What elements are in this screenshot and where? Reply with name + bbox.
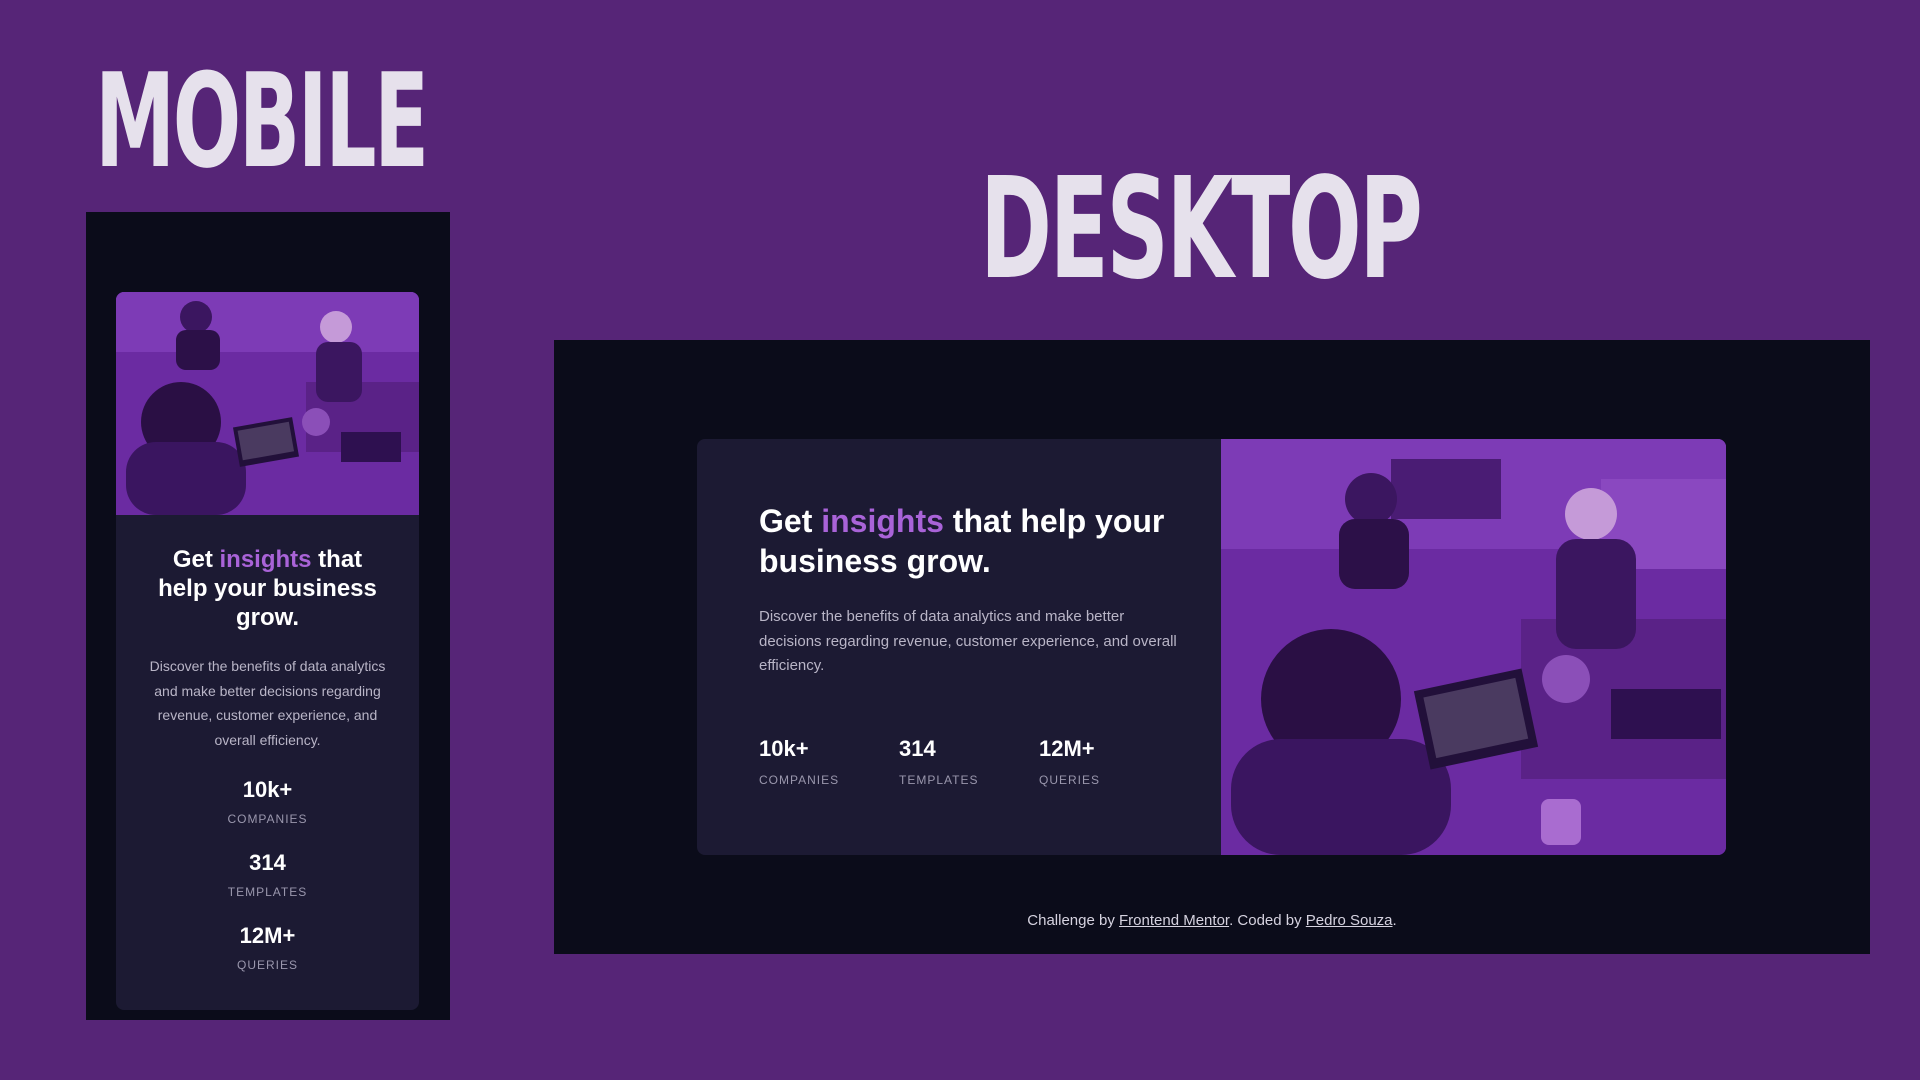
headline-start: Get <box>172 546 220 573</box>
stat-label: Companies <box>759 772 840 787</box>
stat-companies: 10k+ Companies <box>116 776 419 849</box>
stats-list: 10k+ Companies 314 Templates 12M+ Querie… <box>116 776 419 995</box>
office-photo-illustration <box>1221 439 1726 855</box>
attribution-middle: . Coded by <box>1229 912 1306 929</box>
card-headline: Get insights that help your business gro… <box>148 545 388 632</box>
attribution: Challenge by Frontend Mentor. Coded by P… <box>554 912 1870 929</box>
stat-value: 314 <box>899 735 936 761</box>
desktop-preview-frame: Get insights that help your business gro… <box>554 340 1870 954</box>
card-description: Discover the benefits of data analytics … <box>759 608 1177 674</box>
stat-value: 12M+ <box>239 923 296 948</box>
stat-queries: 12M+ Queries <box>1039 735 1179 787</box>
stats-card: Get insights that help your business gro… <box>116 292 419 1010</box>
mobile-preview-frame: Get insights that help your business gro… <box>86 212 450 1020</box>
attribution-suffix: . <box>1392 912 1397 929</box>
card-headline: Get insights that help your business gro… <box>759 501 1179 581</box>
stats-list: 10k+ Companies 314 Templates 12M+ Querie… <box>759 735 1179 787</box>
desktop-label: DESKTOP <box>980 148 1423 311</box>
stat-label: Companies <box>227 812 308 826</box>
card-content: Get insights that help your business gro… <box>759 501 1179 787</box>
headline-accent: insights <box>219 546 312 573</box>
card-description: Discover the benefits of data analytics … <box>149 658 386 748</box>
stats-card: Get insights that help your business gro… <box>697 439 1726 855</box>
stat-value: 12M+ <box>1039 735 1095 761</box>
headline-accent: insights <box>821 503 944 539</box>
card-image <box>1221 439 1726 855</box>
stat-companies: 10k+ Companies <box>759 735 899 787</box>
office-photo-illustration <box>116 292 419 515</box>
stat-value: 10k+ <box>759 735 809 761</box>
frontend-mentor-link[interactable]: Frontend Mentor <box>1119 912 1229 929</box>
card-image <box>116 292 419 515</box>
stat-templates: 314 Templates <box>899 735 1039 787</box>
stat-label: Templates <box>227 885 308 899</box>
stat-label: Queries <box>1039 772 1101 787</box>
stat-label: Queries <box>236 958 298 972</box>
card-content: Get insights that help your business gro… <box>116 515 419 995</box>
stat-value: 10k+ <box>242 777 293 802</box>
stat-templates: 314 Templates <box>116 849 419 922</box>
mobile-label: MOBILE <box>95 45 429 197</box>
headline-start: Get <box>759 503 822 539</box>
stat-label: Templates <box>899 772 979 787</box>
author-link[interactable]: Pedro Souza <box>1306 912 1393 929</box>
stat-value: 314 <box>249 850 286 875</box>
stat-queries: 12M+ Queries <box>116 922 419 995</box>
attribution-prefix: Challenge by <box>1027 912 1120 929</box>
